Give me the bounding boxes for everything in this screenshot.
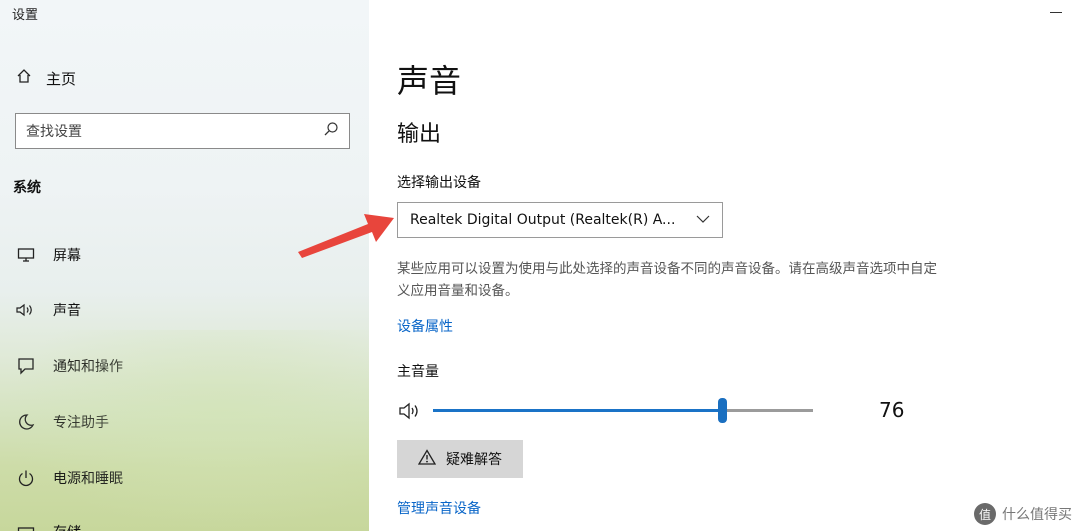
minimize-icon [1050, 11, 1062, 13]
section-label-system: 系统 [13, 180, 41, 196]
annotation-arrow-icon [298, 214, 394, 258]
volume-slider-thumb[interactable] [717, 398, 727, 423]
watermark-text: 什么值得买 [1002, 507, 1072, 523]
moon-icon [15, 411, 37, 433]
output-description: 某些应用可以设置为使用与此处选择的声音设备不同的声音设备。请在高级声音选项中自定… [397, 261, 937, 299]
device-properties-link[interactable]: 设备属性 [397, 316, 453, 336]
output-device-dropdown[interactable]: Realtek Digital Output (Realtek(R) A... [397, 202, 723, 238]
monitor-icon [15, 244, 37, 266]
master-volume-label: 主音量 [397, 364, 439, 380]
watermark: 值 什么值得买 [974, 503, 1072, 525]
troubleshoot-button[interactable]: 疑难解答 [397, 440, 523, 478]
sidebar: 设置 主页 查找设置 系统 屏幕 声音 通知和操作 专注助手 电源和睡眠 [0, 0, 369, 531]
main-content: 声音 输出 选择输出设备 Realtek Digital Output (Rea… [369, 0, 1080, 531]
search-input[interactable]: 查找设置 [15, 113, 350, 149]
sidebar-item-focus-assist[interactable]: 专注助手 [15, 409, 109, 435]
sidebar-item-label: 电源和睡眠 [53, 471, 123, 487]
sidebar-item-label: 声音 [53, 303, 81, 319]
sidebar-item-display[interactable]: 屏幕 [15, 242, 81, 268]
select-output-device-label: 选择输出设备 [397, 175, 481, 191]
notification-icon [15, 355, 37, 377]
sidebar-item-label: 通知和操作 [53, 359, 123, 375]
sidebar-item-label: 存储 [53, 522, 81, 531]
home-icon [16, 68, 32, 88]
storage-icon [15, 521, 37, 531]
sidebar-item-notifications[interactable]: 通知和操作 [15, 353, 123, 379]
nav-home[interactable]: 主页 [16, 66, 76, 90]
watermark-logo: 值 [974, 503, 996, 525]
page-title: 声音 [397, 62, 462, 100]
manage-sound-devices-link[interactable]: 管理声音设备 [397, 498, 481, 518]
volume-row: 76 [397, 396, 937, 426]
power-icon [15, 467, 37, 489]
sidebar-item-label: 专注助手 [53, 415, 109, 431]
volume-slider-fill [433, 409, 722, 412]
sidebar-item-sound[interactable]: 声音 [15, 297, 81, 323]
speaker-icon [15, 299, 37, 321]
volume-icon[interactable] [397, 399, 425, 423]
volume-slider[interactable] [433, 398, 813, 423]
search-icon[interactable] [323, 121, 339, 141]
output-heading: 输出 [397, 122, 442, 147]
troubleshoot-label: 疑难解答 [446, 452, 502, 468]
window-title: 设置 [12, 8, 39, 23]
chevron-down-icon [696, 212, 710, 228]
sidebar-item-storage[interactable]: 存储 [15, 519, 81, 531]
nav-home-label: 主页 [46, 69, 77, 88]
sidebar-item-label: 屏幕 [53, 248, 81, 264]
search-placeholder: 查找设置 [26, 124, 82, 140]
sidebar-item-power-sleep[interactable]: 电源和睡眠 [15, 465, 123, 491]
minimize-button[interactable] [1044, 2, 1068, 22]
volume-value: 76 [879, 398, 905, 422]
warning-icon [417, 449, 437, 469]
selected-device-value: Realtek Digital Output (Realtek(R) A... [410, 212, 676, 228]
